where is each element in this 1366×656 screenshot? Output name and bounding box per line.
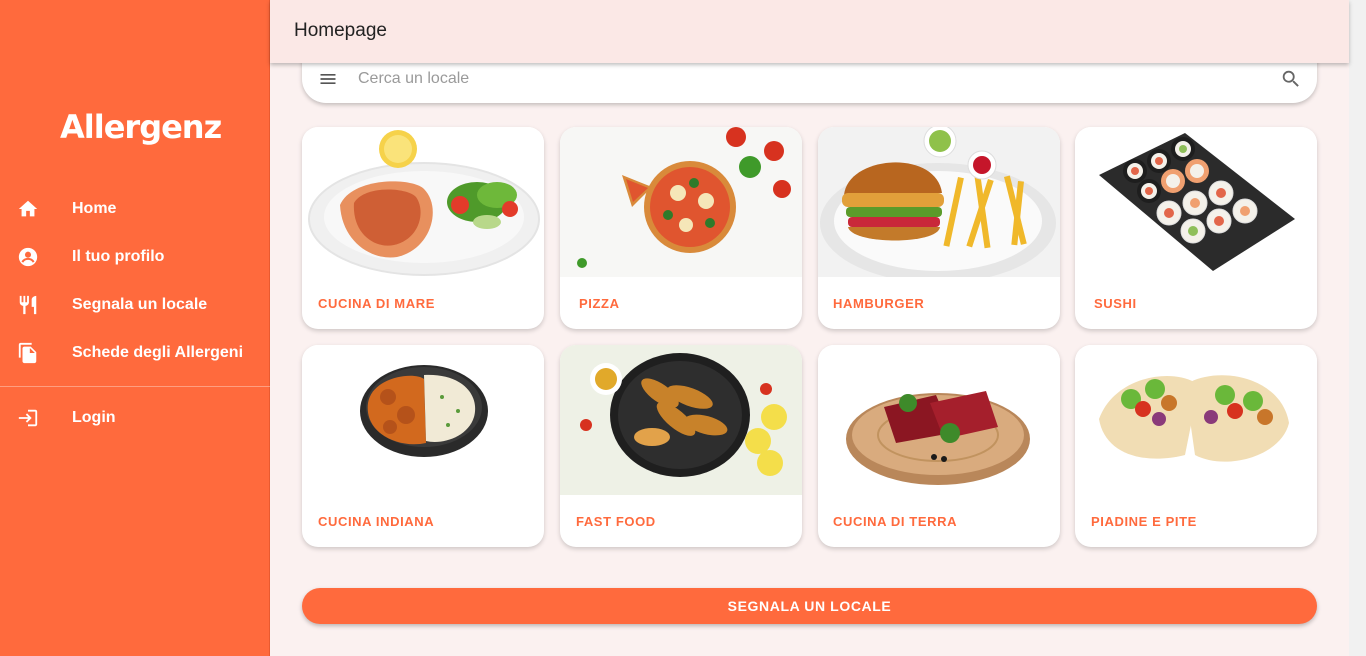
menu-icon[interactable] [318,69,338,89]
page-scrollbar[interactable] [1349,0,1366,656]
raw-meat-image [818,345,1060,495]
category-label: PIADINE E PITE [1091,514,1197,529]
sidebar-item-label: Il tuo profilo [72,248,165,265]
report-place-button[interactable]: SEGNALA UN LOCALE [302,588,1317,624]
category-card-pizza[interactable]: PIZZA [560,127,802,329]
sidebar-item-label: Home [72,200,117,217]
sidebar-item-home[interactable]: Home [0,187,270,231]
fried-chicken-image [560,345,802,495]
category-card-piadine[interactable]: PIADINE E PITE [1075,345,1317,547]
pizza-image [560,127,802,277]
category-label: SUSHI [1094,296,1137,311]
sidebar-item-allergen-sheets[interactable]: Schede degli Allergeni [0,331,270,375]
app-bar: Homepage [270,0,1349,63]
file-copy-icon [16,341,40,365]
category-label: FAST FOOD [576,514,656,529]
search-input[interactable] [358,67,1258,91]
restaurant-icon [16,293,40,317]
category-label: PIZZA [579,296,620,311]
category-label: CUCINA INDIANA [318,514,435,529]
category-label: CUCINA DI TERRA [833,514,958,529]
login-icon [16,406,40,430]
account-icon [16,245,40,269]
page-title: Homepage [294,20,387,41]
sidebar-item-login[interactable]: Login [0,396,270,440]
sidebar-item-label: Segnala un locale [72,296,208,313]
category-card-meat[interactable]: CUCINA DI TERRA [818,345,1060,547]
salmon-steak-image [302,127,544,277]
category-card-indian[interactable]: CUCINA INDIANA [302,345,544,547]
category-card-fast-food[interactable]: FAST FOOD [560,345,802,547]
category-label: HAMBURGER [833,296,925,311]
app-logo: Allergenz [60,108,222,146]
sidebar-divider [0,386,270,387]
home-icon [16,197,40,221]
category-card-seafood[interactable]: CUCINA DI MARE [302,127,544,329]
sidebar-item-label: Schede degli Allergeni [72,344,244,361]
category-card-hamburger[interactable]: HAMBURGER [818,127,1060,329]
burger-image [818,127,1060,277]
curry-image [302,345,544,495]
sushi-image [1075,127,1317,277]
sidebar: Allergenz Home Il tuo profilo Segnala un… [0,0,270,656]
category-label: CUCINA DI MARE [318,296,435,311]
sidebar-item-profile[interactable]: Il tuo profilo [0,235,270,279]
search-icon[interactable] [1280,68,1302,90]
sidebar-item-report[interactable]: Segnala un locale [0,283,270,327]
category-card-sushi[interactable]: SUSHI [1075,127,1317,329]
pita-wraps-image [1075,345,1317,495]
sidebar-item-label: Login [72,409,116,426]
